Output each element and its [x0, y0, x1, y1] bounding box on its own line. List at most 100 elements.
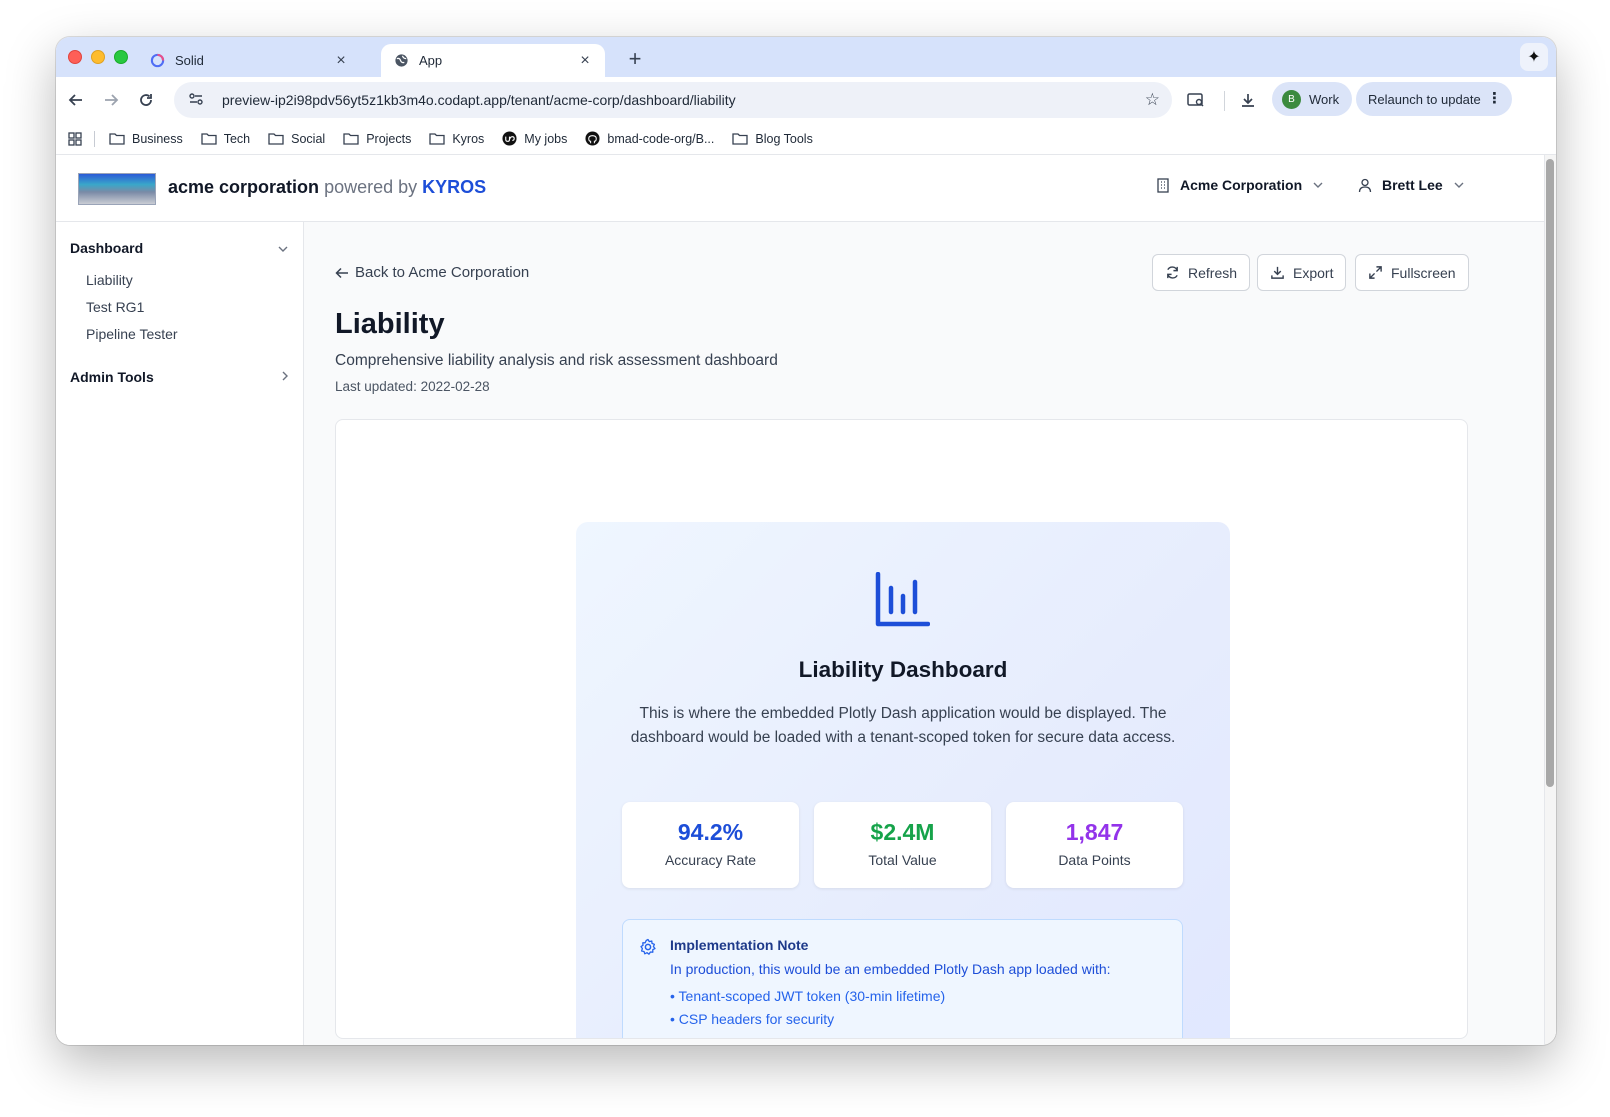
- expand-icon: [1368, 265, 1383, 280]
- sidebar-section-admin-tools[interactable]: Admin Tools: [70, 369, 289, 385]
- sidebar-section-dashboard[interactable]: Dashboard: [70, 240, 289, 256]
- chevron-down-icon: [1453, 181, 1465, 189]
- placeholder-text: This is where the embedded Plotly Dash a…: [630, 705, 1176, 746]
- user-icon: [1358, 178, 1372, 193]
- toolbar-divider: [1224, 91, 1225, 111]
- stat-value: 94.2%: [677, 819, 744, 845]
- close-icon[interactable]: ×: [577, 52, 593, 70]
- page-viewport: acme corporation powered by KYROS Acme C…: [56, 155, 1556, 1045]
- stat-value: 1,847: [1065, 819, 1124, 845]
- bookmark-kyros[interactable]: Kyros: [429, 132, 484, 146]
- page-description: Comprehensive liability analysis and ris…: [335, 352, 778, 369]
- bookmarks-divider: [94, 130, 95, 147]
- back-arrow-icon[interactable]: [64, 88, 88, 112]
- bookmark-blog-tools[interactable]: Blog Tools: [732, 132, 813, 146]
- apps-grid-icon[interactable]: [68, 131, 84, 146]
- chevron-right-icon: [281, 369, 289, 385]
- bookmark-star-icon[interactable]: ☆: [1145, 90, 1160, 110]
- reload-icon[interactable]: [134, 88, 158, 112]
- refresh-label: Refresh: [1188, 264, 1238, 281]
- tab-search-icon[interactable]: [1184, 88, 1208, 112]
- stat-card-total-value: $2.4M Total Value: [814, 802, 991, 888]
- forward-arrow-icon[interactable]: [99, 88, 123, 112]
- browser-window: Solid × App × + ✦ preview-ip2i98pdv56yt5…: [56, 37, 1556, 1045]
- minimize-window-button[interactable]: [91, 50, 105, 64]
- browser-toolbar: preview-ip2i98pdv56yt5z1kb3m4o.codapt.ap…: [56, 77, 1556, 123]
- gear-icon: [639, 938, 657, 956]
- download-icon: [1270, 265, 1285, 280]
- folder-icon: [109, 132, 125, 145]
- folder-icon: [343, 132, 359, 145]
- bookmark-label: Social: [291, 131, 326, 146]
- bookmark-label: Projects: [366, 131, 412, 146]
- new-tab-button[interactable]: +: [624, 46, 646, 72]
- main-content: Back to Acme Corporation Refresh Export …: [305, 222, 1544, 1045]
- profile-button[interactable]: B Work: [1272, 82, 1352, 116]
- building-icon: [1156, 177, 1170, 193]
- back-link[interactable]: Back to Acme Corporation: [335, 264, 529, 281]
- export-button[interactable]: Export: [1257, 254, 1347, 291]
- sidebar: Dashboard Liability Test RG1 Pipeline Te…: [56, 222, 304, 1045]
- sidebar-item-pipeline-tester[interactable]: Pipeline Tester: [86, 326, 178, 342]
- bookmark-label: bmad-code-org/B...: [607, 131, 715, 146]
- bookmark-social[interactable]: Social: [268, 132, 325, 146]
- sidebar-section-label: Dashboard: [70, 240, 144, 256]
- note-title: Implementation Note: [670, 937, 809, 953]
- back-link-label: Back to Acme Corporation: [355, 264, 530, 281]
- chevron-down-icon: [1312, 181, 1324, 189]
- refresh-button[interactable]: Refresh: [1152, 254, 1251, 291]
- stat-label: Total Value: [868, 852, 937, 868]
- export-label: Export: [1293, 264, 1334, 281]
- folder-icon: [201, 132, 217, 145]
- placeholder-title: Liability Dashboard: [798, 657, 1008, 682]
- bookmark-my-jobs[interactable]: My jobs: [502, 131, 567, 146]
- note-text: In production, this would be an embedded…: [670, 961, 1111, 977]
- brand-powered-by: powered by: [324, 177, 418, 197]
- company-logo[interactable]: [78, 173, 156, 205]
- tenant-selector[interactable]: Acme Corporation: [1156, 177, 1324, 193]
- bookmark-business[interactable]: Business: [109, 132, 183, 146]
- fullscreen-label: Fullscreen: [1391, 264, 1456, 281]
- download-icon[interactable]: [1236, 88, 1260, 112]
- tab-app[interactable]: App ×: [381, 44, 605, 77]
- brand-product: KYROS: [422, 177, 487, 197]
- bookmark-bmad[interactable]: bmad-code-org/B...: [585, 131, 714, 146]
- user-menu[interactable]: Brett Lee: [1358, 177, 1465, 193]
- address-bar[interactable]: preview-ip2i98pdv56yt5z1kb3m4o.codapt.ap…: [174, 82, 1172, 118]
- dashboard-frame: Liability Dashboard This is where the em…: [335, 419, 1468, 1039]
- page-title: Liability: [335, 308, 445, 340]
- relaunch-button[interactable]: Relaunch to update ⋮: [1356, 82, 1512, 116]
- sparkle-icon[interactable]: ✦: [1520, 43, 1548, 71]
- sidebar-item-test-rg1[interactable]: Test RG1: [86, 299, 144, 315]
- close-icon[interactable]: ×: [333, 52, 349, 70]
- avatar: B: [1282, 89, 1301, 109]
- close-window-button[interactable]: [68, 50, 82, 64]
- sidebar-item-liability[interactable]: Liability: [86, 272, 133, 288]
- bookmark-label: My jobs: [524, 131, 568, 146]
- tab-solid[interactable]: Solid ×: [137, 44, 361, 77]
- brand-title: acme corporation powered by KYROS: [168, 177, 486, 198]
- site-settings-icon[interactable]: [188, 91, 208, 110]
- brand-name: acme corporation: [168, 177, 320, 197]
- maximize-window-button[interactable]: [114, 50, 128, 64]
- stat-label: Accuracy Rate: [664, 852, 757, 868]
- bar-chart-icon: [875, 572, 930, 627]
- note-bullet: • Tenant-scoped JWT token (30-min lifeti…: [670, 988, 946, 1004]
- page-scrollbar[interactable]: [1544, 155, 1556, 1045]
- bookmark-projects[interactable]: Projects: [343, 132, 411, 146]
- solid-logo-icon: [149, 53, 165, 69]
- scrollbar-thumb[interactable]: [1546, 159, 1554, 787]
- bookmarks-bar: Business Tech Social Projects Kyros My j…: [56, 123, 1556, 155]
- implementation-note: Implementation Note In production, this …: [622, 919, 1183, 1038]
- bookmark-tech[interactable]: Tech: [201, 132, 250, 146]
- more-vert-icon[interactable]: ⋮: [1487, 89, 1502, 107]
- chevron-down-icon: [277, 240, 289, 256]
- bookmark-label: Business: [132, 131, 183, 146]
- stat-card-data-points: 1,847 Data Points: [1006, 802, 1183, 888]
- tab-title: Solid: [175, 53, 204, 68]
- bookmark-label: Tech: [223, 131, 251, 146]
- last-updated: Last updated: 2022-02-28: [335, 379, 490, 394]
- stat-card-accuracy: 94.2% Accuracy Rate: [622, 802, 799, 888]
- fullscreen-button[interactable]: Fullscreen: [1355, 254, 1469, 291]
- upwork-icon: [502, 131, 517, 146]
